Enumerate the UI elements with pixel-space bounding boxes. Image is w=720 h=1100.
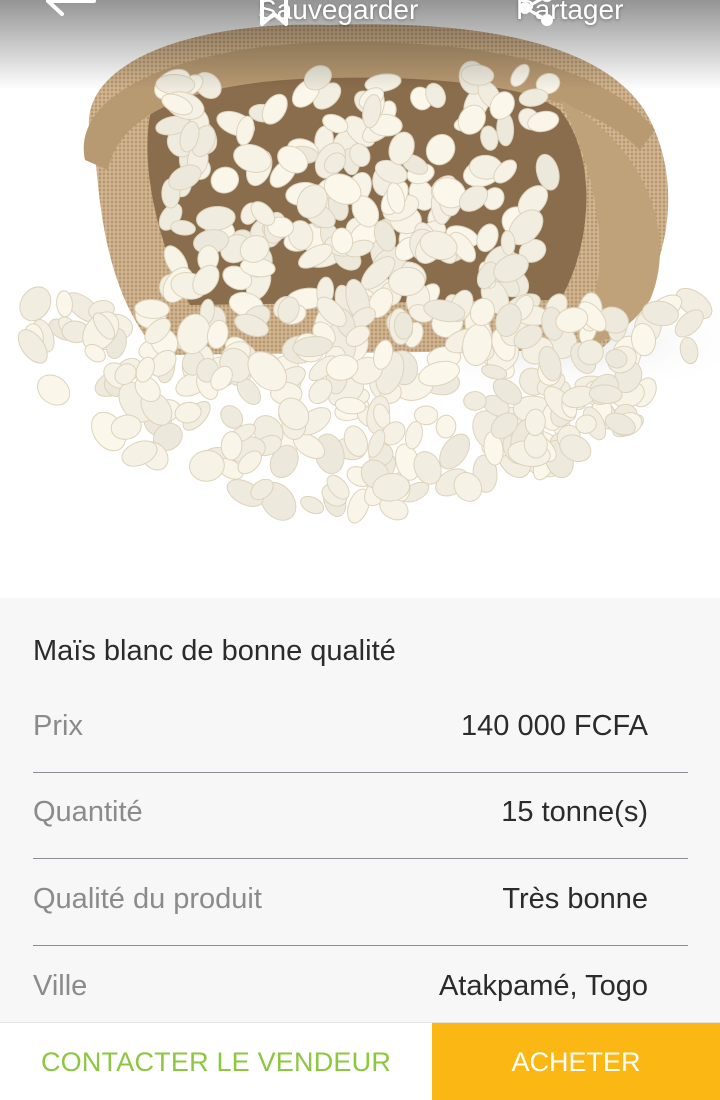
arrow-left-icon	[46, 0, 96, 16]
share-icon	[519, 0, 553, 26]
quantity-value: 15 tonne(s)	[501, 796, 648, 828]
product-title: Maïs blanc de bonne qualité	[33, 635, 396, 667]
price-label: Prix	[33, 710, 83, 742]
price-value: 140 000 FCFA	[461, 710, 648, 742]
share-button[interactable]: Partager	[516, 0, 623, 32]
city-value: Atakpamé, Togo	[438, 970, 648, 1002]
top-toolbar: Sauvegarder Partager	[0, 0, 720, 90]
buy-button[interactable]: ACHETER	[432, 1023, 720, 1100]
city-label: Ville	[33, 970, 88, 1002]
save-button[interactable]: Sauvegarder	[258, 0, 418, 32]
back-button[interactable]	[44, 0, 100, 28]
bottom-action-bar: CONTACTER LE VENDEUR ACHETER	[0, 1022, 720, 1100]
bookmark-icon	[260, 0, 288, 26]
detail-row-quantity: Quantité 15 tonne(s)	[33, 772, 688, 859]
quality-value: Très bonne	[502, 883, 648, 915]
product-image: Sauvegarder Partager	[0, 0, 720, 598]
contact-seller-button[interactable]: CONTACTER LE VENDEUR	[0, 1023, 432, 1100]
quality-label: Qualité du produit	[33, 883, 262, 915]
quantity-label: Quantité	[33, 796, 143, 828]
detail-row-quality: Qualité du produit Très bonne	[33, 859, 688, 946]
detail-row-price: Prix 140 000 FCFA	[33, 686, 688, 773]
product-details: Maïs blanc de bonne qualité Prix 140 000…	[0, 598, 720, 1022]
detail-row-city: Ville Atakpamé, Togo	[33, 946, 688, 1022]
